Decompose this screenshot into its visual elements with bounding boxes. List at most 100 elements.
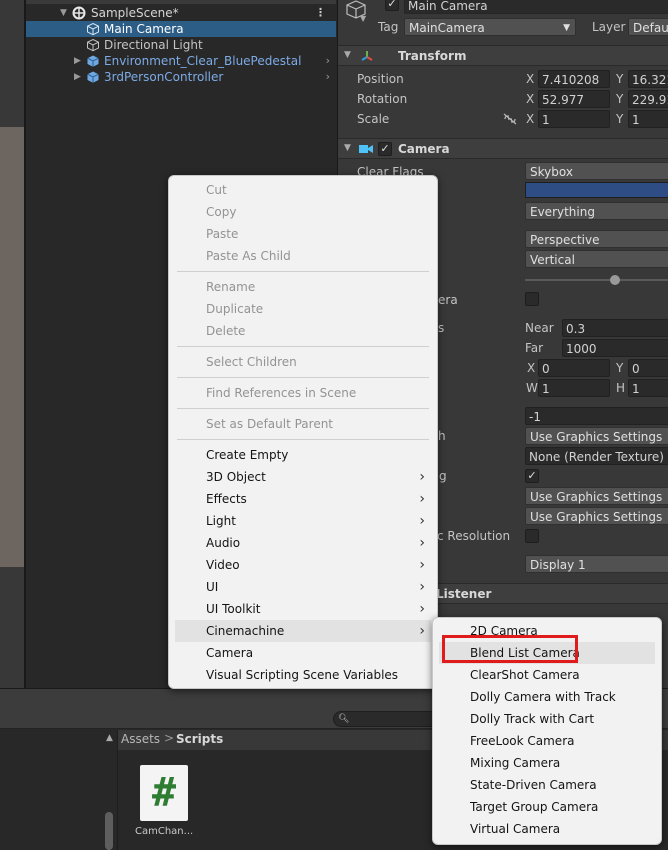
submenu-item-virtual-camera[interactable]: Virtual Camera bbox=[433, 818, 661, 840]
fov-slider-track[interactable] bbox=[525, 279, 668, 281]
near-field[interactable]: 0.3 bbox=[562, 319, 668, 337]
foldout-arrow-icon[interactable]: ▼ bbox=[344, 50, 351, 60]
viewport-h-field[interactable]: 1 bbox=[628, 379, 668, 397]
tag-dropdown[interactable]: MainCamera ▼ bbox=[404, 18, 576, 36]
transform-axes-icon bbox=[361, 51, 373, 61]
clear-flags-dropdown[interactable]: Skybox bbox=[525, 162, 668, 180]
rotation-y-field[interactable]: 229.91 bbox=[628, 90, 668, 108]
menu-item-duplicate[interactable]: Duplicate bbox=[169, 298, 437, 320]
expand-arrow-icon[interactable]: ▶ bbox=[74, 69, 84, 85]
hierarchy-scene-row[interactable]: ▼ SampleScene* ⋮ bbox=[26, 5, 336, 21]
icon-dropdown-icon[interactable]: ▼ bbox=[360, 14, 366, 23]
chevron-right-icon[interactable]: › bbox=[326, 69, 330, 85]
dynamic-resolution-label: c Resolution bbox=[437, 529, 511, 543]
scale-x-field[interactable]: 1 bbox=[538, 110, 610, 128]
chevron-right-icon[interactable]: › bbox=[326, 53, 330, 69]
foldout-arrow-icon[interactable]: ▼ bbox=[344, 143, 351, 153]
menu-item-ui-toolkit[interactable]: UI Toolkit › bbox=[169, 598, 437, 620]
layer-dropdown[interactable]: Default bbox=[628, 18, 668, 36]
hierarchy-item-directional-light[interactable]: Directional Light bbox=[26, 37, 336, 53]
menu-item-cinemachine[interactable]: Cinemachine › bbox=[175, 620, 431, 642]
menu-separator bbox=[177, 346, 429, 347]
menu-item-find-references[interactable]: Find References in Scene bbox=[169, 382, 437, 404]
hierarchy-item-3rdperson[interactable]: ▶ 3rdPersonController › bbox=[26, 69, 336, 85]
menu-item-paste[interactable]: Paste bbox=[169, 223, 437, 245]
rotation-x-field[interactable]: 52.977 bbox=[538, 90, 610, 108]
background-color-swatch[interactable] bbox=[525, 182, 668, 198]
position-x-field[interactable]: 7.410208 bbox=[538, 70, 610, 88]
menu-item-video[interactable]: Video › bbox=[169, 554, 437, 576]
scale-link-icon[interactable] bbox=[503, 113, 517, 125]
fov-slider-thumb[interactable] bbox=[610, 275, 620, 285]
hierarchy-item-label: Environment_Clear_BluePedestal bbox=[104, 54, 302, 68]
project-tree-scrollbar[interactable] bbox=[105, 812, 113, 850]
submenu-item-dolly-camera-track[interactable]: Dolly Camera with Track bbox=[433, 686, 661, 708]
camera-enabled-checkbox[interactable]: ✓ bbox=[378, 142, 392, 156]
active-checkbox[interactable]: ✓ bbox=[385, 0, 399, 11]
viewport-w-field[interactable]: 1 bbox=[538, 379, 610, 397]
menu-item-ui[interactable]: UI › bbox=[169, 576, 437, 598]
fov-axis-dropdown[interactable]: Vertical bbox=[525, 250, 668, 268]
menu-item-effects[interactable]: Effects › bbox=[169, 488, 437, 510]
target-display-dropdown[interactable]: Display 1 bbox=[525, 555, 668, 573]
target-texture-field[interactable]: None (Render Texture) bbox=[525, 447, 668, 465]
hierarchy-item-environment[interactable]: ▶ Environment_Clear_BluePedestal › bbox=[26, 53, 336, 69]
physical-camera-checkbox[interactable] bbox=[525, 292, 539, 306]
menu-item-camera[interactable]: Camera bbox=[169, 642, 437, 664]
depth-field[interactable]: -1 bbox=[525, 407, 668, 425]
menu-item-set-default-parent[interactable]: Set as Default Parent bbox=[169, 413, 437, 435]
hdr-dropdown[interactable]: Use Graphics Settings bbox=[525, 487, 668, 505]
prefab-cube-icon bbox=[87, 71, 99, 83]
chevron-right-icon: › bbox=[419, 513, 425, 529]
rendering-path-dropdown[interactable]: Use Graphics Settings bbox=[525, 427, 668, 445]
culling-mask-dropdown[interactable]: Everything bbox=[525, 202, 668, 220]
menu-item-paste-as-child[interactable]: Paste As Child bbox=[169, 245, 437, 267]
prefab-cube-icon bbox=[87, 55, 99, 67]
script-asset-thumbnail[interactable]: # bbox=[140, 765, 188, 821]
axis-x-label: X bbox=[527, 361, 536, 375]
menu-item-3d-object[interactable]: 3D Object › bbox=[169, 466, 437, 488]
menu-item-copy[interactable]: Copy bbox=[169, 201, 437, 223]
menu-item-cut[interactable]: Cut bbox=[169, 179, 437, 201]
transform-header[interactable]: ▼ Transform bbox=[338, 45, 668, 66]
scale-y-field[interactable]: 1 bbox=[628, 110, 668, 128]
viewport-y-field[interactable]: 0 bbox=[628, 359, 668, 377]
projection-dropdown[interactable]: Perspective bbox=[525, 230, 668, 248]
submenu-item-state-driven-camera[interactable]: State-Driven Camera bbox=[433, 774, 661, 796]
object-name-field[interactable]: Main Camera bbox=[404, 0, 668, 14]
csharp-script-icon: # bbox=[151, 770, 177, 816]
expand-arrow-icon[interactable]: ▼ bbox=[60, 5, 70, 21]
expand-arrow-icon[interactable]: ▶ bbox=[74, 53, 84, 69]
position-label: Position bbox=[357, 72, 404, 86]
menu-item-create-empty[interactable]: Create Empty bbox=[169, 444, 437, 466]
menu-item-delete[interactable]: Delete bbox=[169, 320, 437, 342]
menu-item-light[interactable]: Light › bbox=[169, 510, 437, 532]
submenu-item-target-group-camera[interactable]: Target Group Camera bbox=[433, 796, 661, 818]
scene-menu-icon[interactable]: ⋮ bbox=[315, 5, 326, 21]
layer-label: Layer bbox=[592, 20, 626, 34]
menu-item-audio[interactable]: Audio › bbox=[169, 532, 437, 554]
menu-item-select-children[interactable]: Select Children bbox=[169, 351, 437, 373]
camera-header[interactable]: ▼ ✓ Camera bbox=[338, 138, 668, 159]
breadcrumb-assets[interactable]: Assets bbox=[121, 732, 160, 746]
submenu-item-mixing-camera[interactable]: Mixing Camera bbox=[433, 752, 661, 774]
viewport-x-field[interactable]: 0 bbox=[538, 359, 610, 377]
menu-item-visual-scripting[interactable]: Visual Scripting Scene Variables bbox=[169, 664, 437, 686]
gameobject-cube-icon bbox=[87, 22, 99, 36]
scale-label: Scale bbox=[357, 112, 390, 126]
hierarchy-item-main-camera[interactable]: Main Camera bbox=[26, 21, 336, 37]
far-field[interactable]: 1000 bbox=[562, 339, 668, 357]
chevron-right-icon: › bbox=[419, 469, 425, 485]
menu-item-rename[interactable]: Rename bbox=[169, 276, 437, 298]
menu-separator bbox=[177, 377, 429, 378]
chevron-right-icon: › bbox=[419, 579, 425, 595]
submenu-item-clearshot-camera[interactable]: ClearShot Camera bbox=[433, 664, 661, 686]
submenu-item-freelook-camera[interactable]: FreeLook Camera bbox=[433, 730, 661, 752]
submenu-item-dolly-track-cart[interactable]: Dolly Track with Cart bbox=[433, 708, 661, 730]
position-y-field[interactable]: 16.321 bbox=[628, 70, 668, 88]
msaa-dropdown[interactable]: Use Graphics Settings bbox=[525, 507, 668, 525]
scroll-up-icon[interactable]: ▲ bbox=[106, 733, 113, 743]
dynamic-resolution-checkbox[interactable] bbox=[525, 529, 539, 543]
occlusion-culling-checkbox[interactable]: ✓ bbox=[525, 469, 539, 483]
breadcrumb-scripts[interactable]: Scripts bbox=[176, 732, 223, 746]
